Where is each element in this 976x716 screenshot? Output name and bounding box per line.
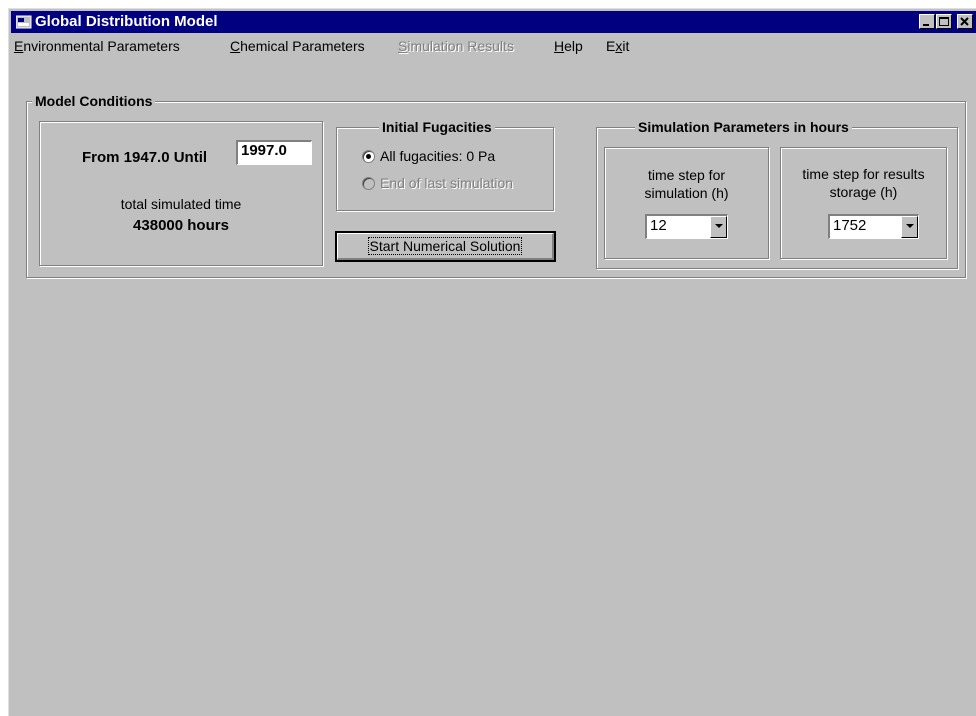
- dropdown-arrow-icon[interactable]: [710, 216, 727, 238]
- menu-exit[interactable]: Exit: [606, 37, 629, 55]
- sim-step-select[interactable]: 12: [645, 214, 728, 239]
- menu-text: E: [606, 38, 616, 54]
- menu-bar: Environmental Parameters Chemical Parame…: [11, 35, 976, 57]
- model-conditions-title: Model Conditions: [32, 93, 156, 109]
- menu-text: hemical Parameters: [240, 38, 365, 54]
- start-button-label: Start Numerical Solution: [367, 237, 523, 255]
- title-bar[interactable]: Global Distribution Model: [11, 11, 976, 33]
- menu-environmental-parameters[interactable]: Environmental Parameters: [14, 37, 180, 55]
- sim-step-value: 12: [650, 217, 667, 234]
- store-step-panel: [780, 147, 947, 259]
- sim-step-label-line1: time step for: [647, 167, 726, 183]
- start-numerical-solution-button[interactable]: Start Numerical Solution: [335, 231, 556, 262]
- initial-fugacities-group: [336, 127, 554, 211]
- menu-text: nvironmental Parameters: [23, 38, 180, 54]
- initial-fugacities-title: Initial Fugacities: [379, 119, 495, 135]
- close-button[interactable]: [957, 14, 973, 29]
- store-step-value: 1752: [833, 217, 867, 234]
- maximize-icon: [939, 17, 949, 26]
- radio-all-fugacities[interactable]: [362, 150, 375, 163]
- simulation-parameters-title: Simulation Parameters in hours: [635, 119, 852, 135]
- radio-end-last-simulation[interactable]: [362, 177, 375, 190]
- menu-accel: S: [398, 38, 408, 54]
- menu-simulation-results[interactable]: Simulation Results: [398, 37, 514, 55]
- radio-selected-dot: [366, 154, 371, 159]
- menu-accel: H: [554, 38, 565, 54]
- menu-text: it: [622, 38, 630, 54]
- menu-text: imulation Results: [407, 38, 514, 54]
- sim-step-panel: [604, 147, 769, 259]
- menu-accel: C: [230, 38, 241, 54]
- dropdown-arrow-icon[interactable]: [901, 216, 918, 238]
- total-time-value: 438000 hours: [133, 217, 229, 234]
- minimize-icon: [923, 24, 929, 26]
- maximize-button[interactable]: [936, 14, 952, 29]
- minimize-button[interactable]: [919, 14, 935, 29]
- menu-help[interactable]: Help: [554, 37, 583, 55]
- store-step-select[interactable]: 1752: [828, 214, 919, 239]
- radio-all-fugacities-label[interactable]: All fugacities: 0 Pa: [380, 148, 495, 164]
- app-icon: [16, 15, 32, 29]
- total-time-label: total simulated time: [120, 196, 242, 212]
- menu-text: elp: [564, 38, 583, 54]
- sim-step-label-line2: simulation (h): [644, 185, 729, 201]
- menu-chemical-parameters[interactable]: Chemical Parameters: [230, 37, 365, 55]
- store-step-label-line1: time step for results: [802, 166, 925, 182]
- radio-end-last-simulation-label[interactable]: End of last simulation: [380, 175, 513, 191]
- until-year-value: 1997.0: [241, 142, 287, 159]
- menu-accel: E: [14, 38, 24, 54]
- until-year-input[interactable]: 1997.0: [236, 140, 312, 165]
- window-title: Global Distribution Model: [35, 13, 218, 30]
- main-window: Global Distribution Model Environmental …: [8, 8, 976, 716]
- store-step-label-line2: storage (h): [829, 184, 898, 200]
- close-icon: [960, 17, 969, 26]
- from-until-label: From 1947.0 Until: [82, 149, 208, 166]
